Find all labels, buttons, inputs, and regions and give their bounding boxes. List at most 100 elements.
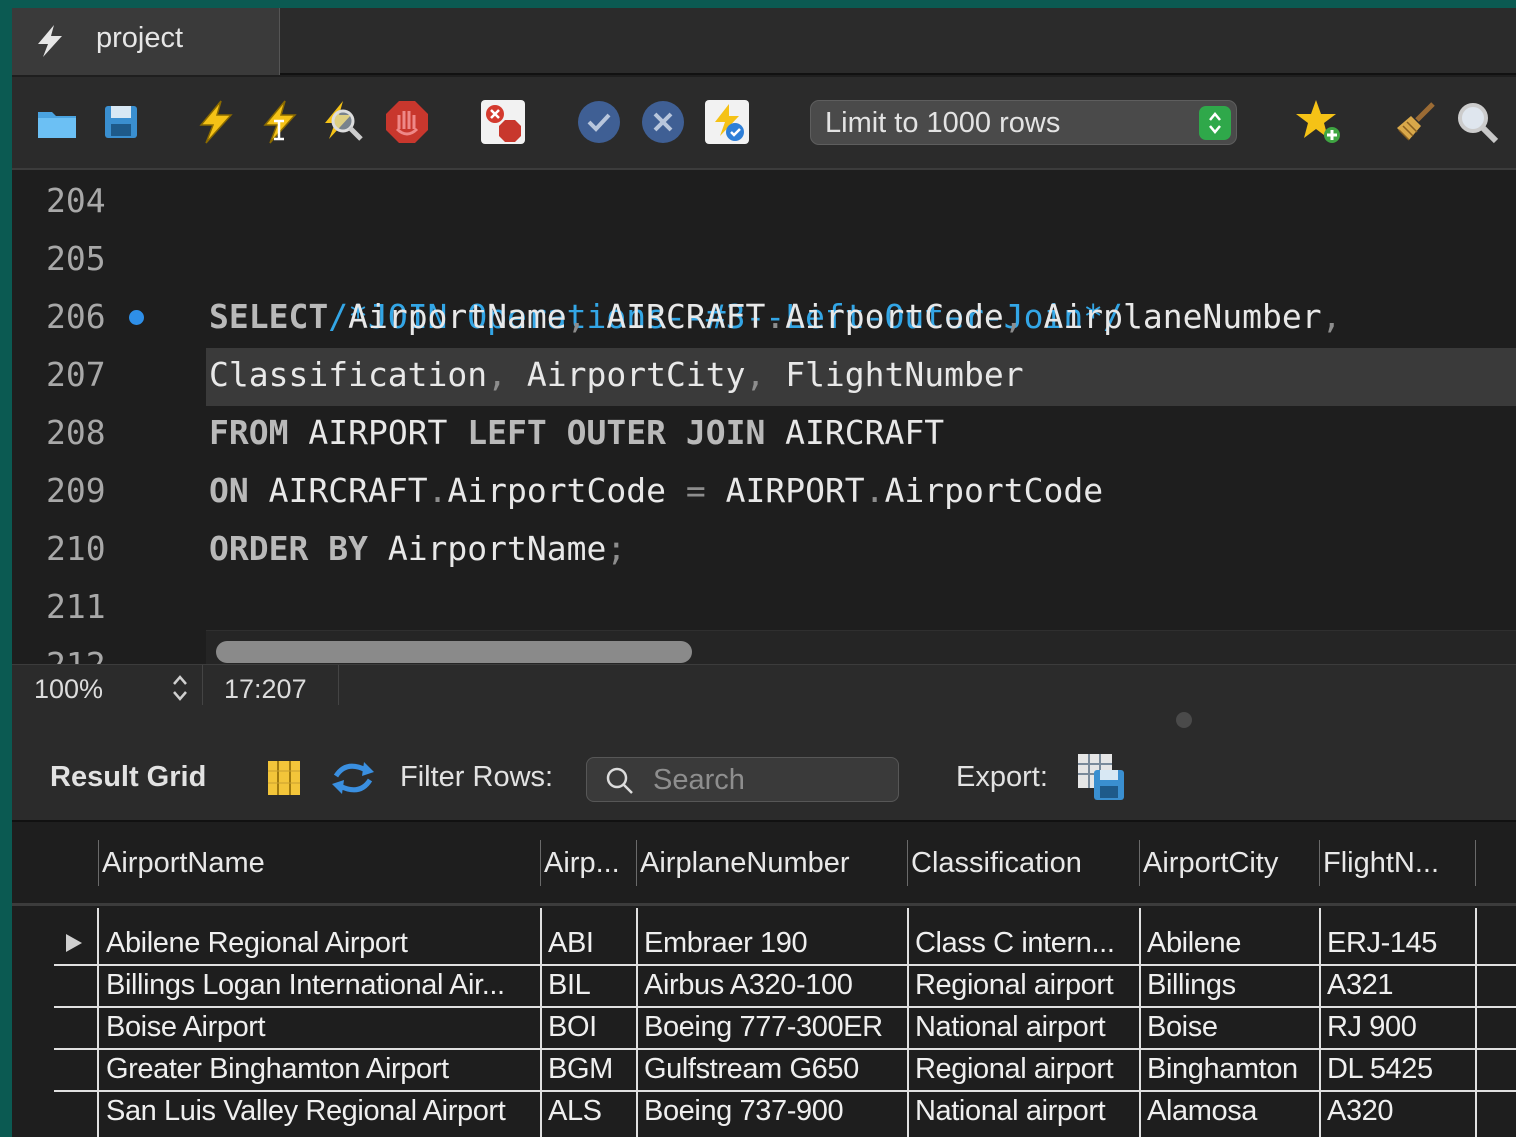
cell-classification[interactable]: National airport (909, 1006, 1139, 1048)
result-grid: AirportName Airp... AirplaneNumber Class… (12, 824, 1516, 1137)
open-folder-icon[interactable] (32, 97, 82, 147)
cell-airportcity[interactable]: Binghamton (1141, 1048, 1319, 1090)
grid-line (54, 964, 1516, 966)
column-header-airportcode[interactable]: Airp... (541, 840, 635, 886)
sql-identifier: AirportName (367, 529, 607, 568)
toolbar: Limit to 1000 rows (12, 77, 1516, 170)
sql-identifier: AIRCRAFT (248, 471, 428, 510)
autocommit-icon[interactable] (702, 97, 752, 147)
cell-airportname[interactable]: Billings Logan International Air... (100, 964, 540, 1006)
cell-classification[interactable]: National airport (909, 1090, 1139, 1132)
execute-lightning-icon[interactable] (190, 97, 240, 147)
horizontal-scrollbar[interactable] (206, 630, 1516, 664)
table-row[interactable]: Boise Airport BOI Boeing 777-300ER Natio… (12, 1006, 1516, 1048)
zoom-stepper-icon[interactable] (170, 671, 190, 710)
export-icon[interactable] (1076, 752, 1128, 807)
sql-punct: . (864, 471, 885, 510)
sql-identifier: AirportCity (507, 355, 746, 394)
add-snippet-star-icon[interactable] (1294, 97, 1344, 147)
cell-airportcode[interactable]: ABI (542, 922, 636, 964)
cell-airportname[interactable]: Abilene Regional Airport (100, 922, 540, 964)
cell-airplanenumber[interactable]: Boeing 737-900 (638, 1090, 906, 1132)
export-label: Export: (956, 761, 1048, 793)
divider (338, 665, 339, 705)
cell-flightnumber[interactable]: ERJ-145 (1321, 922, 1475, 964)
cell-airportname[interactable]: Greater Binghamton Airport (100, 1048, 540, 1090)
rollback-icon[interactable] (638, 97, 688, 147)
table-row[interactable]: Abilene Regional Airport ABI Embraer 190… (12, 922, 1516, 964)
cell-flightnumber[interactable]: DL 5425 (1321, 1048, 1475, 1090)
grid-line (1475, 908, 1477, 1137)
stop-on-error-icon[interactable] (478, 97, 528, 147)
cell-airportcode[interactable]: ALS (542, 1090, 636, 1132)
stop-icon[interactable] (382, 97, 432, 147)
cell-airportcode[interactable]: BOI (542, 1006, 636, 1048)
code-line-206: SELECT AirportName, AIRCRAFT.AirportCode… (209, 288, 1342, 346)
grid-line (907, 908, 909, 1137)
grid-line (54, 1006, 1516, 1008)
code-line-210: ORDER BY AirportName; (209, 520, 626, 578)
sql-punct: , (1003, 297, 1024, 336)
splitter-handle[interactable] (1176, 712, 1192, 728)
cell-flightnumber[interactable]: RJ 900 (1321, 1006, 1475, 1048)
find-magnifier-icon[interactable] (1452, 97, 1502, 147)
grid-line (1139, 908, 1141, 1137)
explain-icon[interactable] (318, 97, 368, 147)
sql-identifier: AIRCRAFT (586, 297, 766, 336)
lightning-icon (34, 24, 66, 63)
column-header-airportname[interactable]: AirportName (99, 840, 539, 886)
sql-identifier: AIRPORT (288, 413, 468, 452)
execute-current-icon[interactable] (254, 97, 304, 147)
sql-identifier: AIRPORT (705, 471, 865, 510)
sql-punct: , (1321, 297, 1342, 336)
cell-airplanenumber[interactable]: Gulfstream G650 (638, 1048, 906, 1090)
row-limit-select[interactable]: Limit to 1000 rows (810, 100, 1237, 145)
cell-flightnumber[interactable]: A320 (1321, 1090, 1475, 1132)
cell-airportcity[interactable]: Boise (1141, 1006, 1319, 1048)
column-header-airplanenumber[interactable]: AirplaneNumber (637, 840, 905, 886)
grid-line (636, 908, 638, 1137)
cell-airportname[interactable]: San Luis Valley Regional Airport (100, 1090, 540, 1132)
save-icon[interactable] (96, 97, 146, 147)
cell-classification[interactable]: Regional airport (909, 1048, 1139, 1090)
cell-airplanenumber[interactable]: Embraer 190 (638, 922, 906, 964)
cell-classification[interactable]: Regional airport (909, 964, 1139, 1006)
commit-icon[interactable] (574, 97, 624, 147)
refresh-icon[interactable] (330, 758, 376, 803)
line-number: 205 (46, 239, 106, 278)
tab-project[interactable]: project (12, 8, 280, 75)
table-row[interactable]: Billings Logan International Air... BIL … (12, 964, 1516, 1006)
sql-editor[interactable]: 204 205 206 207 208 209 210 211 212 /*JO… (12, 172, 1516, 664)
line-number: 210 (46, 529, 106, 568)
search-input[interactable] (653, 762, 888, 798)
cell-airplanenumber[interactable]: Airbus A320-100 (638, 964, 906, 1006)
cell-airportcity[interactable]: Billings (1141, 964, 1319, 1006)
sql-identifier: AirportName (328, 297, 567, 336)
column-header-flightnumber[interactable]: FlightN... (1320, 840, 1474, 886)
table-row[interactable]: San Luis Valley Regional Airport ALS Boe… (12, 1090, 1516, 1132)
cell-classification[interactable]: Class C intern... (909, 922, 1139, 964)
panel-splitter[interactable] (12, 710, 1516, 740)
sql-identifier: AirportCode (785, 297, 1004, 336)
cell-airportcode[interactable]: BIL (542, 964, 636, 1006)
filter-search-box[interactable] (586, 757, 899, 802)
line-number: 204 (46, 181, 106, 220)
sql-identifier: AirportCode (447, 471, 686, 510)
scrollbar-thumb[interactable] (216, 641, 692, 663)
sql-identifier: AIRCRAFT (765, 413, 945, 452)
grid-line (54, 1090, 1516, 1092)
cell-airplanenumber[interactable]: Boeing 777-300ER (638, 1006, 906, 1048)
cell-airportcity[interactable]: Alamosa (1141, 1090, 1319, 1132)
cell-airportname[interactable]: Boise Airport (100, 1006, 540, 1048)
sql-punct: . (427, 471, 448, 510)
cell-airportcode[interactable]: BGM (542, 1048, 636, 1090)
grid-columns-icon[interactable] (266, 759, 302, 802)
cell-airportcity[interactable]: Abilene (1141, 922, 1319, 964)
beautify-broom-icon[interactable] (1390, 97, 1440, 147)
statement-marker-icon[interactable] (129, 310, 144, 325)
cell-flightnumber[interactable]: A321 (1321, 964, 1475, 1006)
sql-identifier: AirportCode (884, 471, 1104, 510)
column-header-classification[interactable]: Classification (908, 840, 1138, 886)
table-row[interactable]: Greater Binghamton Airport BGM Gulfstrea… (12, 1048, 1516, 1090)
column-header-airportcity[interactable]: AirportCity (1140, 840, 1318, 886)
